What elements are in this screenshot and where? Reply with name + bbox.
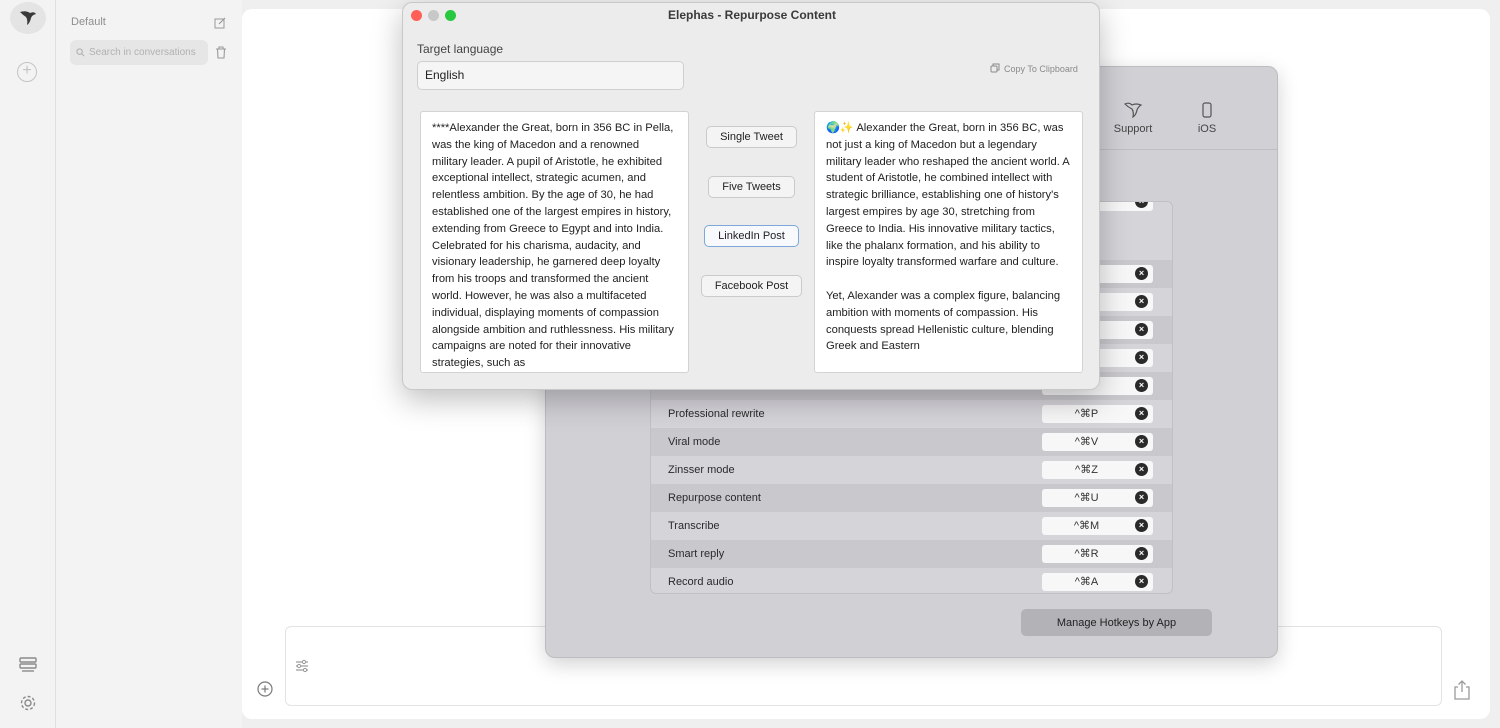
hotkey-label: Viral mode — [668, 436, 721, 448]
new-chat-plus-icon[interactable]: + — [17, 62, 37, 82]
five-tweets-button[interactable]: Five Tweets — [708, 176, 795, 198]
window-title: Elephas - Repurpose Content — [667, 8, 837, 22]
trash-icon[interactable] — [215, 46, 227, 59]
hotkey-label: Smart reply — [668, 548, 725, 560]
hotkey-label: Professional rewrite — [668, 408, 765, 420]
clear-hotkey-icon[interactable]: × — [1135, 379, 1148, 392]
sliders-icon[interactable] — [294, 658, 310, 674]
clear-hotkey-icon[interactable]: × — [1135, 519, 1148, 532]
source-text-area[interactable]: ****Alexander the Great, born in 356 BC … — [420, 111, 689, 373]
linkedin-post-button[interactable]: LinkedIn Post — [704, 225, 799, 247]
hotkey-label: Zinsser mode — [668, 464, 735, 476]
output-paragraph: Yet, Alexander was a complex figure, bal… — [826, 289, 1061, 353]
hotkey-label: Repurpose content — [668, 492, 761, 504]
facebook-post-button[interactable]: Facebook Post — [701, 275, 802, 297]
search-input[interactable] — [89, 47, 204, 58]
search-icon — [76, 44, 85, 62]
clear-hotkey-icon[interactable]: × — [1135, 575, 1148, 588]
target-language-label: Target language — [417, 42, 504, 56]
support-icon — [1103, 101, 1163, 119]
copy-icon — [990, 63, 1000, 75]
conversations-sidebar: Default — [56, 0, 242, 728]
search-field[interactable] — [70, 40, 208, 65]
toolbar-ios-label: iOS — [1197, 123, 1217, 135]
app-rail: + — [0, 0, 56, 728]
target-language-field[interactable]: English — [417, 61, 684, 90]
iphone-icon — [1177, 101, 1237, 119]
clear-hotkey-icon[interactable]: × — [1135, 295, 1148, 308]
output-paragraph: 🌍✨ Alexander the Great, born in 356 BC, … — [826, 122, 1070, 269]
clear-hotkey-icon[interactable]: × — [1135, 463, 1148, 476]
stack-icon[interactable] — [17, 654, 39, 676]
hotkey-row: Viral mode ^⌘V × — [651, 428, 1172, 456]
clear-hotkey-icon[interactable]: × — [1135, 267, 1148, 280]
single-tweet-button[interactable]: Single Tweet — [706, 126, 797, 148]
clear-hotkey-icon[interactable]: × — [1135, 491, 1148, 504]
compose-icon[interactable] — [214, 16, 226, 29]
clear-hotkey-icon[interactable]: × — [1135, 323, 1148, 336]
copy-to-clipboard-button[interactable]: Copy To Clipboard — [990, 63, 1078, 75]
hotkey-row: Transcribe ^⌘M × — [651, 512, 1172, 540]
output-text-area[interactable]: 🌍✨ Alexander the Great, born in 356 BC, … — [814, 111, 1083, 373]
toolbar-ios[interactable]: iOS — [1177, 101, 1237, 135]
clear-hotkey-icon[interactable]: × — [1135, 407, 1148, 420]
manage-hotkeys-button[interactable]: Manage Hotkeys by App — [1021, 609, 1212, 636]
toolbar-support-label: Support — [1113, 123, 1153, 135]
clear-hotkey-icon[interactable]: × — [1135, 351, 1148, 364]
hotkey-label: Record audio — [668, 576, 734, 588]
folder-title: Default — [71, 16, 106, 28]
copy-label: Copy To Clipboard — [1004, 64, 1078, 74]
hotkey-row: Zinsser mode ^⌘Z × — [651, 456, 1172, 484]
hotkey-row: Professional rewrite ^⌘P × — [651, 400, 1172, 428]
hotkey-label: Transcribe — [668, 520, 720, 532]
share-icon[interactable] — [1453, 680, 1471, 700]
add-attachment-icon[interactable] — [257, 681, 273, 697]
toolbar-support[interactable]: Support — [1103, 101, 1163, 135]
source-text: ****Alexander the Great, born in 356 BC … — [432, 122, 674, 370]
hotkey-row: Smart reply ^⌘R × — [651, 540, 1172, 568]
hotkey-row: Record audio ^⌘A × — [651, 568, 1172, 593]
elephas-logo-icon[interactable] — [10, 2, 46, 34]
gear-icon[interactable] — [17, 692, 39, 714]
hotkey-row: Repurpose content ^⌘U × — [651, 484, 1172, 512]
clear-hotkey-icon[interactable]: × — [1135, 547, 1148, 560]
clear-hotkey-icon[interactable]: × — [1135, 435, 1148, 448]
repurpose-window: Elephas - Repurpose Content Target langu… — [402, 2, 1100, 390]
